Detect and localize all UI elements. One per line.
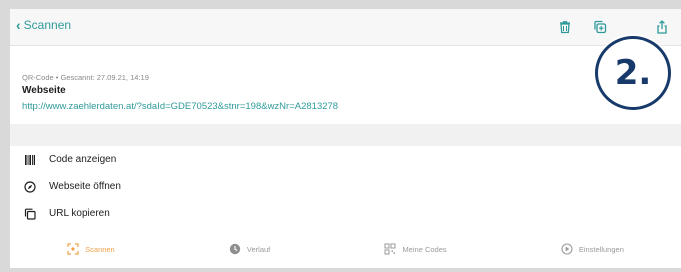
back-button-label: Scannen xyxy=(23,18,72,32)
copy-url-action[interactable]: URL kopieren xyxy=(10,200,681,227)
action-label: Code anzeigen xyxy=(49,154,117,165)
tab-label: Scannen xyxy=(85,244,115,254)
copy-add-icon[interactable] xyxy=(593,20,607,34)
qr-grid-icon xyxy=(384,243,396,255)
clock-icon xyxy=(229,243,241,255)
settings-icon xyxy=(561,243,573,255)
copy-icon xyxy=(24,208,36,220)
section-divider xyxy=(10,124,681,146)
trash-icon[interactable] xyxy=(558,20,572,34)
scan-icon xyxy=(67,243,79,255)
tab-label: Verlauf xyxy=(246,244,271,254)
chevron-left-icon: ‹ xyxy=(16,17,21,33)
result-url-link[interactable]: http://www.zaehlerdaten.at/?sdaId=GDE705… xyxy=(22,101,338,112)
scan-result: QR-Code • Gescannt: 27.09.21, 14:19 Webs… xyxy=(10,69,681,124)
step-number-badge: 2. xyxy=(595,36,671,110)
action-label: URL kopieren xyxy=(49,208,110,219)
share-icon[interactable] xyxy=(655,20,669,34)
tab-verlauf[interactable]: Verlauf xyxy=(229,243,270,255)
compass-icon xyxy=(24,180,36,193)
scan-meta: QR-Code • Gescannt: 27.09.21, 14:19 xyxy=(22,73,149,82)
action-label: Webseite öffnen xyxy=(49,181,121,192)
barcode-icon xyxy=(24,154,36,166)
result-title: Webseite xyxy=(22,85,66,96)
tab-bar: Scannen Verlauf Meine Codes Einstellunge… xyxy=(10,235,681,263)
open-website-action[interactable]: Webseite öffnen xyxy=(10,173,681,200)
show-code-action[interactable]: Code anzeigen xyxy=(10,146,681,173)
app-window: ‹ Scannen QR-Code • Gescannt: 27.09.21, … xyxy=(10,9,681,268)
tab-label: Einstellungen xyxy=(578,244,624,254)
action-list: Code anzeigen Webseite öffnen URL kopier… xyxy=(10,146,681,227)
tab-scannen[interactable]: Scannen xyxy=(67,243,115,255)
back-button[interactable]: ‹ Scannen xyxy=(16,18,71,32)
tab-label: Meine Codes xyxy=(402,244,447,254)
navigation-bar: ‹ Scannen xyxy=(10,9,681,46)
tab-einstellungen[interactable]: Einstellungen xyxy=(561,243,624,255)
tab-meine-codes[interactable]: Meine Codes xyxy=(384,243,447,255)
